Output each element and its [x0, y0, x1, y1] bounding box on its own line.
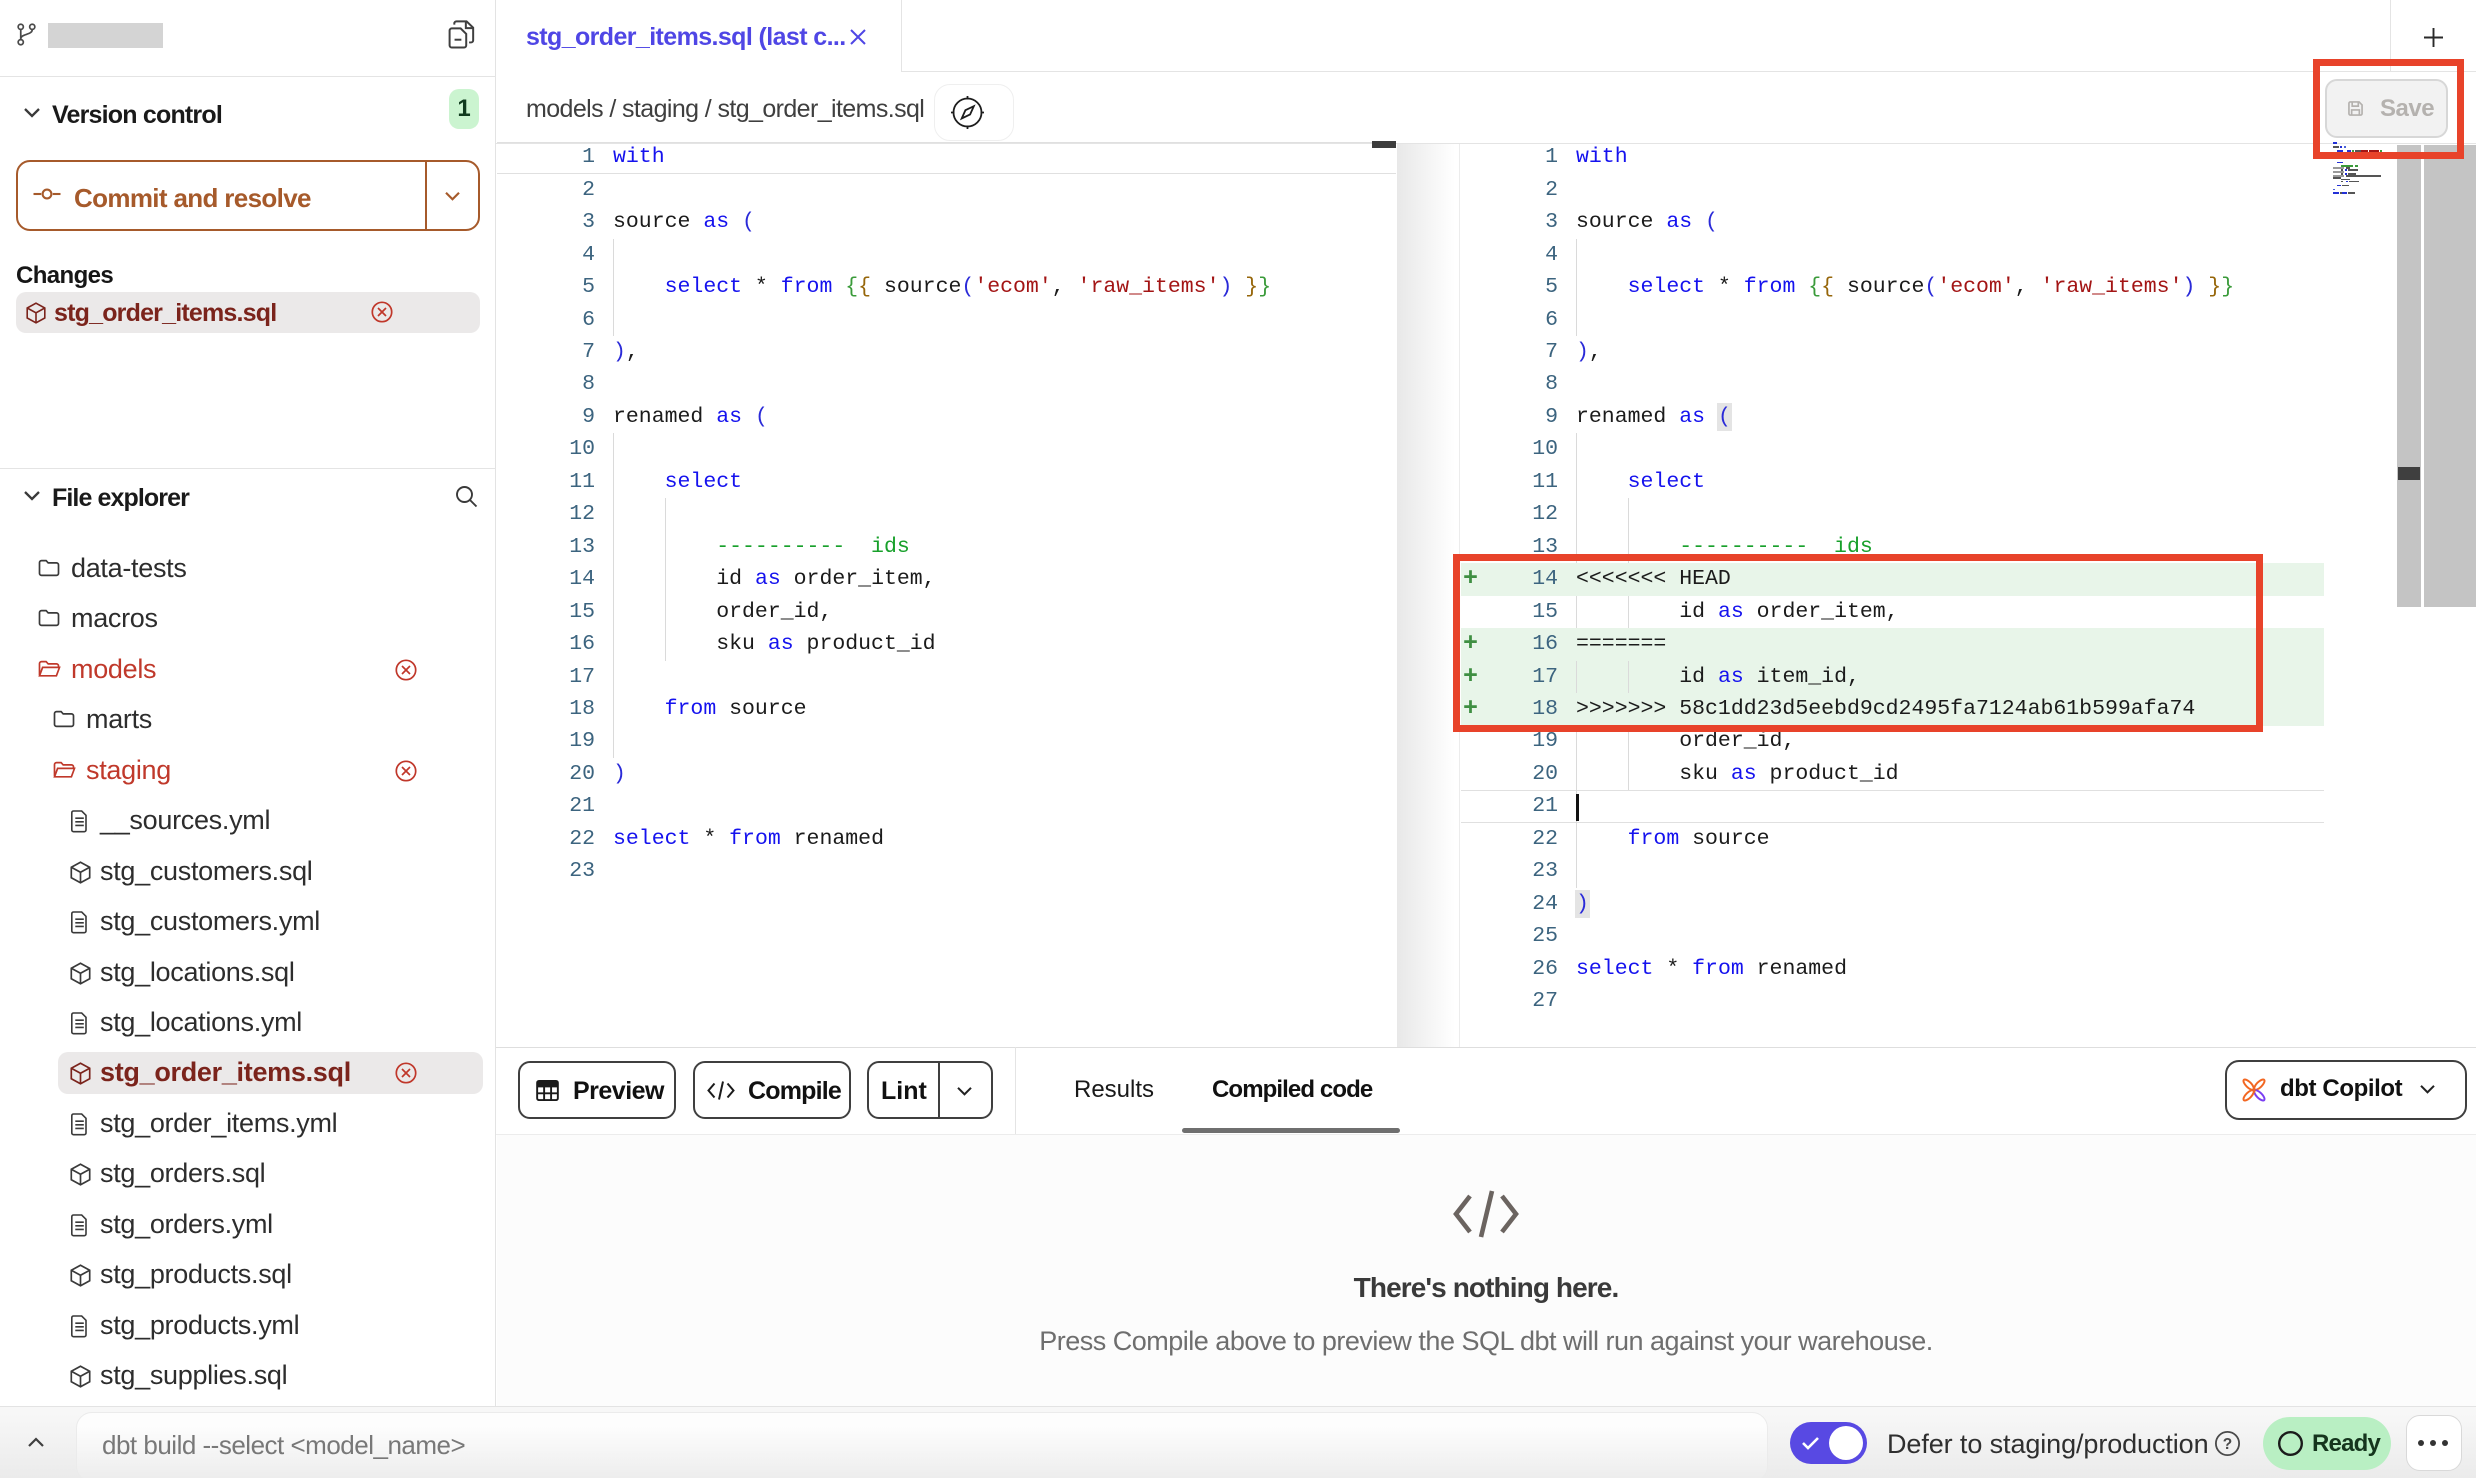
- svg-text:?: ?: [2223, 1436, 2232, 1453]
